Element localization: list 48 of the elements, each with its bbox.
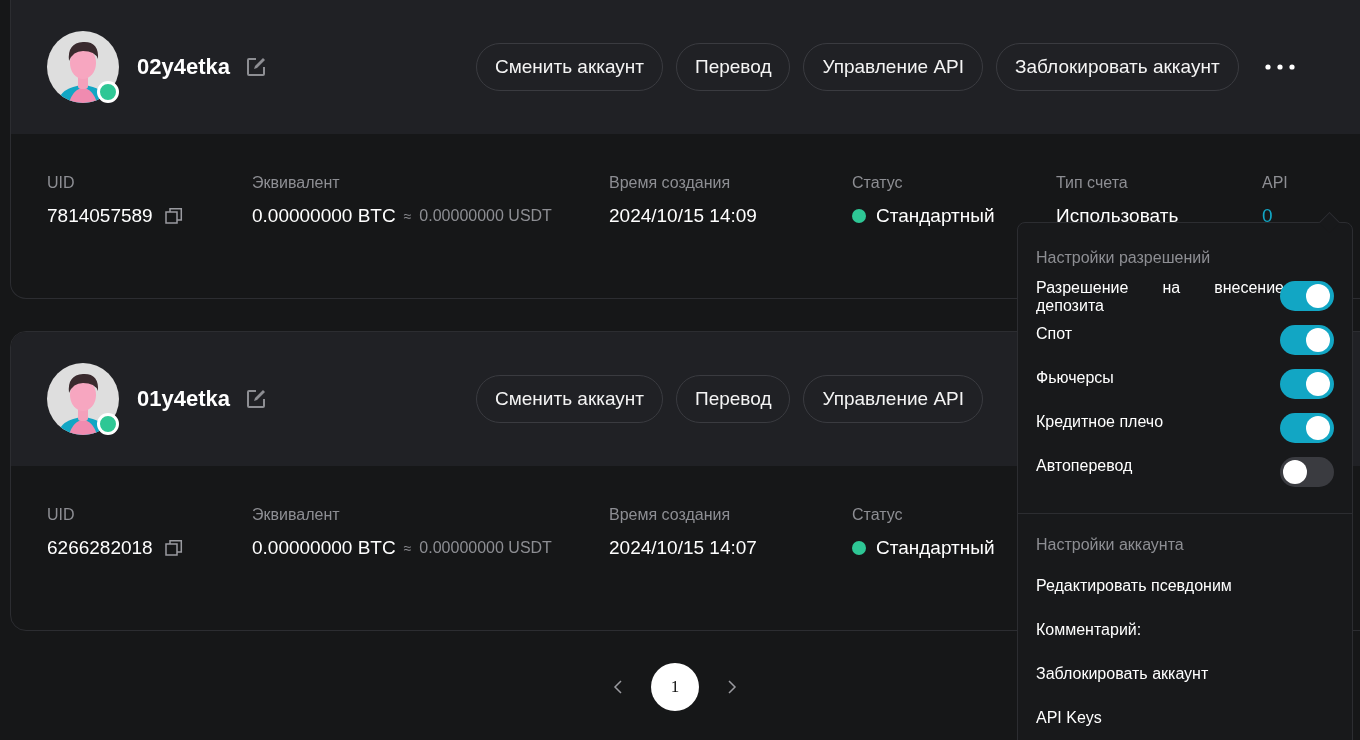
field-label: UID [47,506,76,524]
field-label: API [1262,174,1289,192]
menu-item[interactable]: Редактировать псевдоним [1036,564,1334,608]
copy-icon[interactable] [164,207,183,225]
more-icon[interactable] [1263,63,1296,71]
permission-label: Спот [1036,325,1074,343]
btc-value: 0.00000000 BTC [252,537,396,559]
usdt-value: 0.00000000 USDT [419,207,552,225]
copy-icon[interactable] [164,539,183,557]
status-value: Стандартный [876,205,995,227]
menu-item[interactable]: Заблокировать аккаунт [1036,652,1334,696]
approx-sign: ≈ [403,208,412,224]
permission-label: Кредитное плечо [1036,413,1165,431]
permission-label: Фьючерсы [1036,369,1115,387]
toggle-switch[interactable] [1280,457,1334,487]
permission-label: Автоперевод [1036,457,1134,475]
field-label: Тип счета [1056,174,1129,192]
status-dot [852,541,866,555]
field-label: Эквивалент [252,506,341,524]
toggle-switch[interactable] [1280,413,1334,443]
field-label: UID [47,174,76,192]
field-label: Время создания [609,506,732,524]
field-value: 2024/10/15 14:09 [609,205,757,227]
field-label: Эквивалент [252,174,341,192]
edit-icon[interactable] [246,57,266,77]
permission-label: Разрешение на внесение депозита [1036,279,1284,315]
account-name: 01y4etka [137,386,230,412]
uid-value: 6266282018 [47,537,153,559]
field-label: Статус [852,506,904,524]
account-name: 02y4etka [137,54,230,80]
section-title: Настройки разрешений [1036,249,1212,267]
field-value: Использовать [1056,205,1179,227]
field-label: Время создания [609,174,732,192]
edit-icon[interactable] [246,389,266,409]
menu-item[interactable]: Комментарий: [1036,608,1334,652]
usdt-value: 0.00000000 USDT [419,539,552,557]
toggle-switch[interactable] [1280,369,1334,399]
status-value: Стандартный [876,537,995,559]
toggle-switch[interactable] [1280,325,1334,355]
status-dot [852,209,866,223]
field-value: 2024/10/15 14:07 [609,537,757,559]
page-button[interactable]: 1 [651,663,699,711]
menu-item[interactable]: API Keys [1036,696,1334,740]
approx-sign: ≈ [403,540,412,556]
field-label: Статус [852,174,904,192]
btc-value: 0.00000000 BTC [252,205,396,227]
section-title: Настройки аккаунта [1036,536,1185,554]
uid-value: 7814057589 [47,205,153,227]
